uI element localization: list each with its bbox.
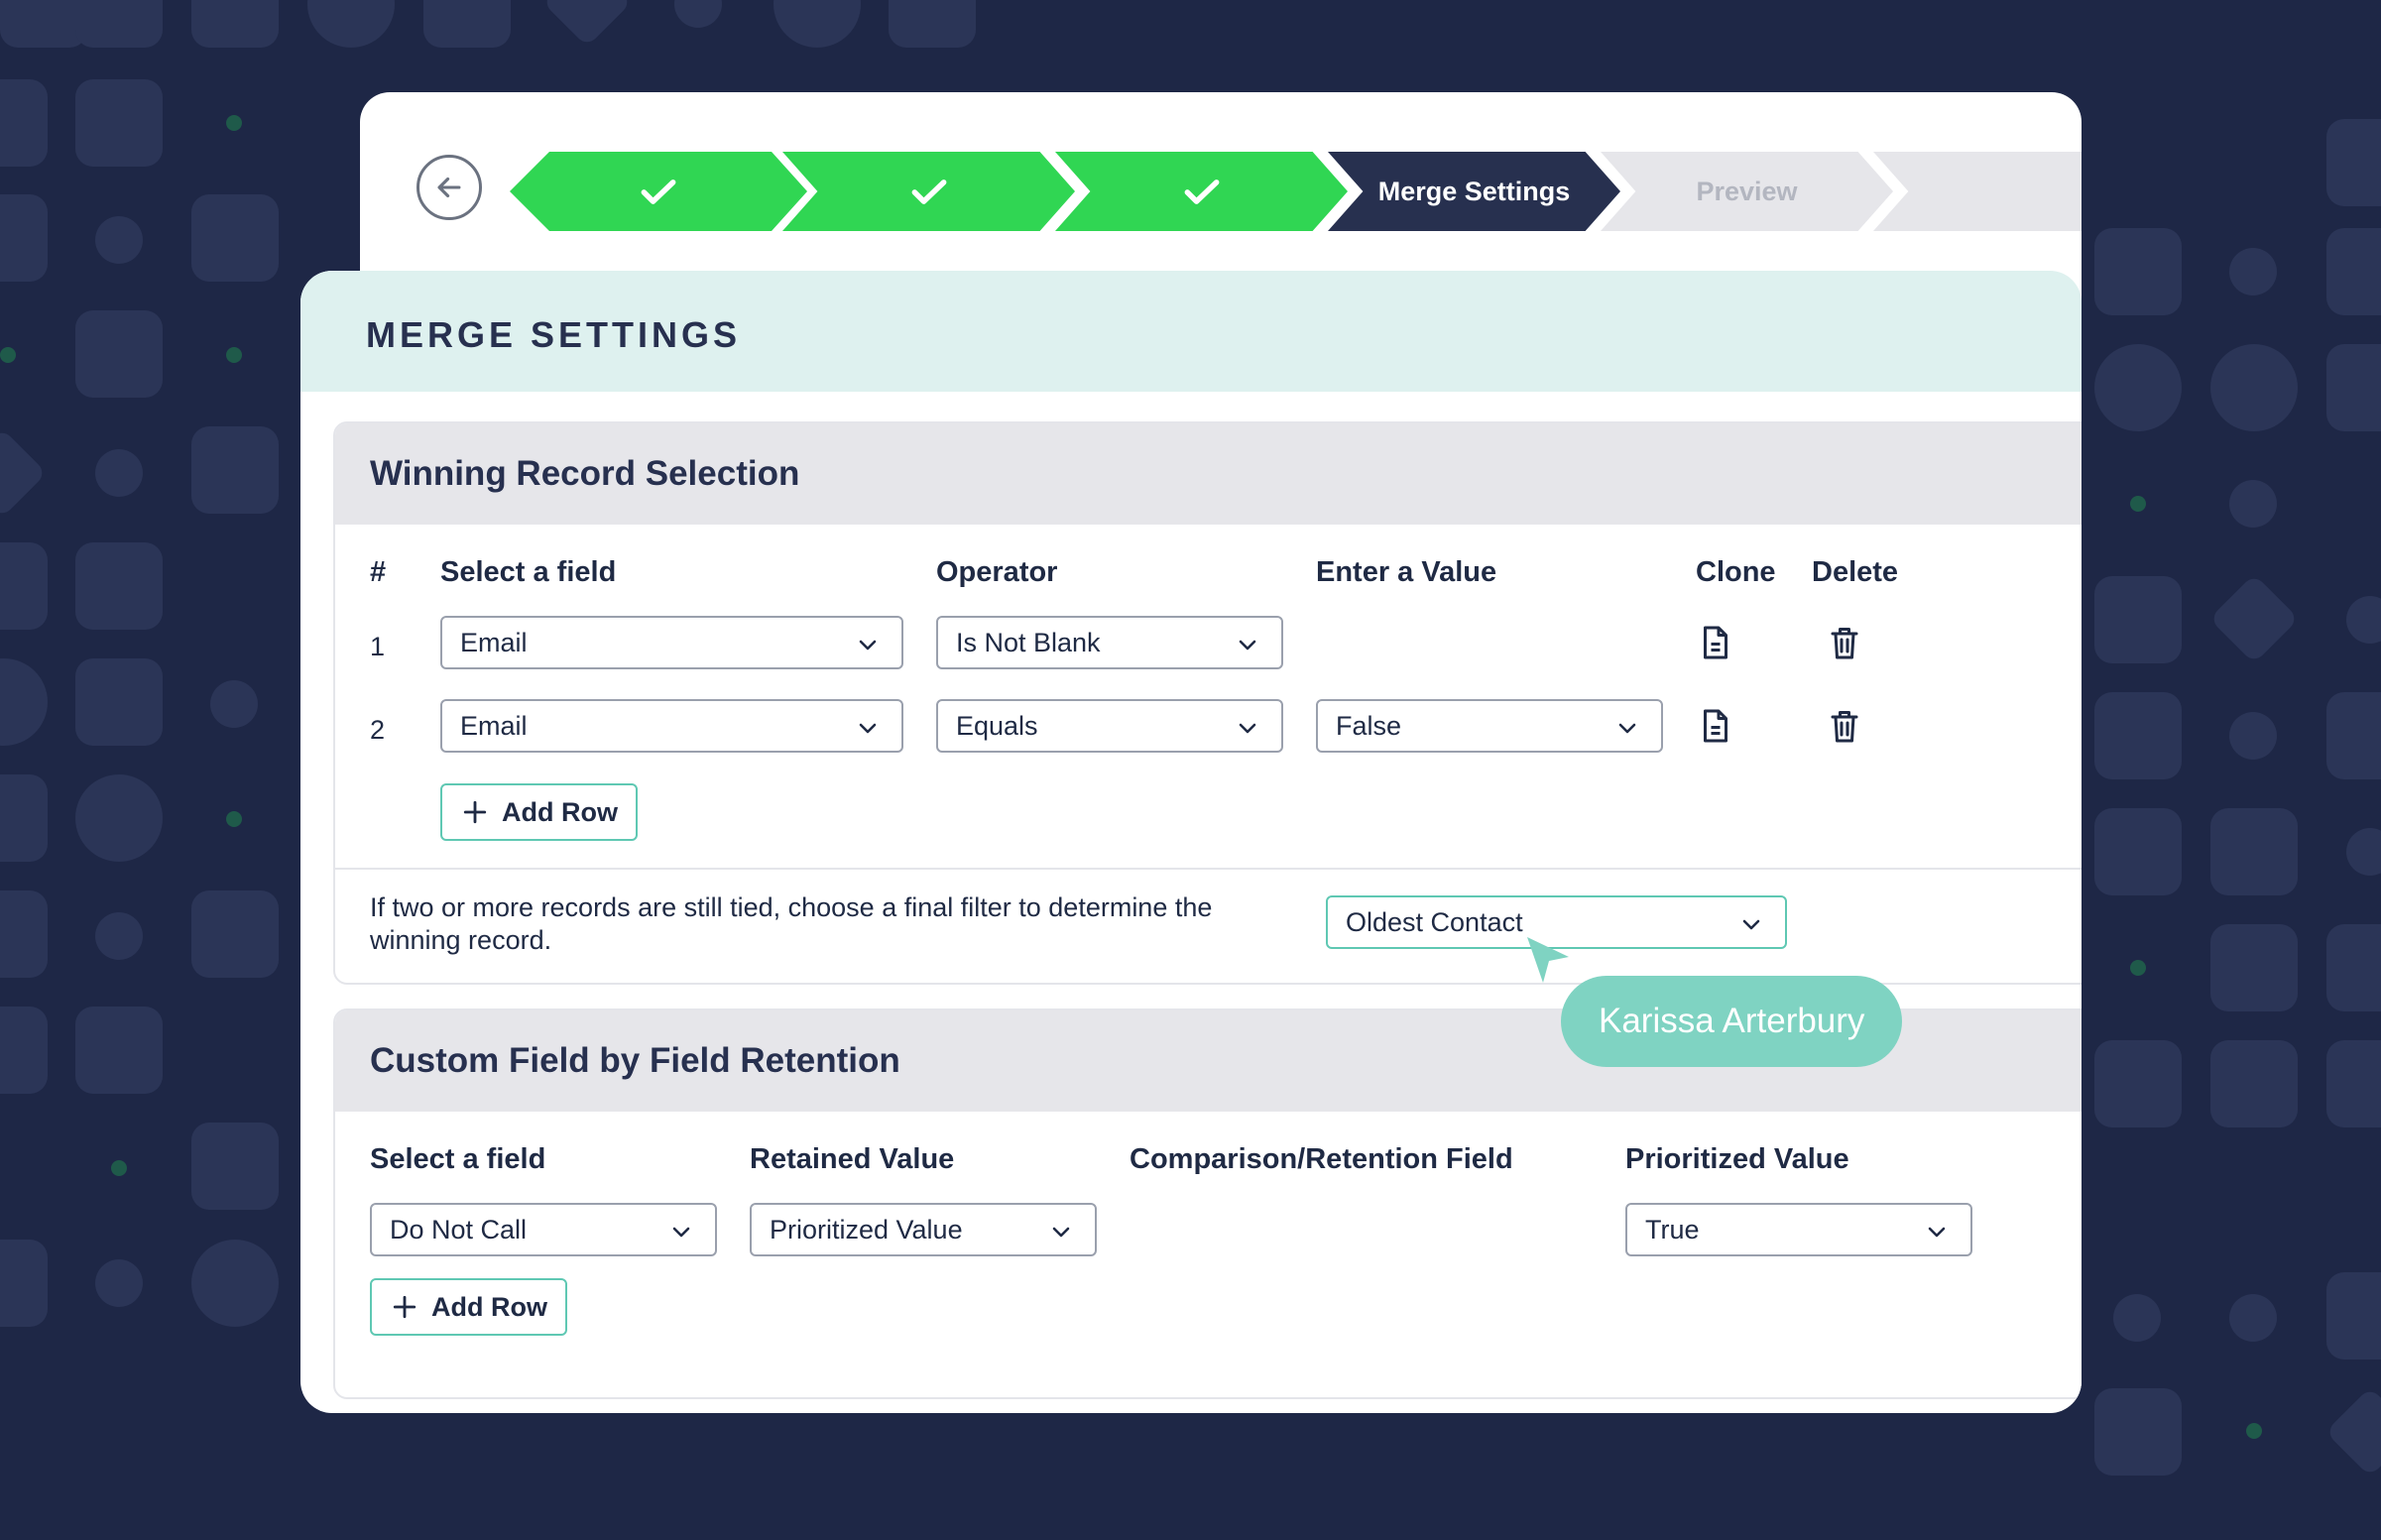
winning-record-section: Winning Record Selection # Select a fiel… [333, 421, 2082, 985]
col-header-delete: Delete [1812, 556, 1899, 588]
cursor-pointer-icon [1527, 937, 1569, 983]
step-1[interactable] [510, 152, 807, 231]
select-value: Email [460, 627, 528, 657]
select-value: True [1645, 1214, 1700, 1244]
trash-icon [1831, 628, 1858, 659]
card-header: MERGE SETTINGS [300, 271, 2082, 392]
divider [335, 868, 2082, 870]
chevron-down-icon [1052, 1227, 1070, 1238]
chevron-down-icon [672, 1227, 690, 1238]
merge-settings-card: MERGE SETTINGS Winning Record Selection … [300, 271, 2082, 1413]
col-header-comparison: Comparison/Retention Field [1130, 1143, 1513, 1175]
chevron-down-icon [1239, 723, 1256, 734]
clone-document-icon [1704, 709, 1727, 743]
step-preview[interactable]: Preview [1601, 152, 1893, 231]
col-header-value: Enter a Value [1316, 556, 1497, 588]
delete-button[interactable] [1827, 623, 1862, 662]
collaborator-name-tag: Karissa Arterbury [1561, 976, 1903, 1067]
delete-button[interactable] [1827, 706, 1862, 746]
trash-icon [1831, 711, 1858, 743]
col-header-operator: Operator [936, 556, 1058, 588]
custom-field-retention-section: Custom Field by Field Retention Select a… [333, 1008, 2082, 1399]
chevron-down-icon [859, 723, 877, 734]
clone-document-icon [1704, 626, 1727, 659]
chevron-down-icon [1928, 1227, 1946, 1238]
col-header-num: # [370, 556, 387, 588]
step-label: Merge Settings [1377, 176, 1571, 206]
select-value: Equals [956, 710, 1038, 741]
retained-value-select[interactable]: Prioritized Value [750, 1203, 1097, 1256]
plus-icon [393, 1295, 417, 1319]
select-value: Oldest Contact [1346, 906, 1523, 937]
add-row-label: Add Row [431, 1291, 547, 1322]
value-select[interactable]: False [1316, 699, 1663, 753]
field-select[interactable]: Email [440, 699, 903, 753]
col-header-field: Select a field [370, 1143, 546, 1175]
field-select[interactable]: Email [440, 616, 903, 669]
wizard-stepper: Merge Settings Preview [510, 152, 2082, 231]
col-header-field: Select a field [440, 556, 617, 588]
plus-icon [463, 800, 487, 824]
select-value: Prioritized Value [770, 1214, 963, 1244]
select-value: Is Not Blank [956, 627, 1101, 657]
back-button[interactable] [417, 155, 482, 220]
select-value: False [1336, 710, 1402, 741]
row-number: 1 [370, 632, 386, 661]
operator-select[interactable]: Is Not Blank [936, 616, 1283, 669]
chevron-down-icon [1239, 640, 1256, 651]
check-icon [1184, 179, 1219, 204]
chevron-down-icon [1742, 919, 1760, 930]
add-row-button[interactable]: Add Row [440, 783, 638, 841]
add-row-button[interactable]: Add Row [370, 1278, 567, 1336]
clone-button[interactable] [1698, 706, 1733, 746]
operator-select[interactable]: Equals [936, 699, 1283, 753]
check-icon [641, 179, 676, 204]
select-value: Email [460, 710, 528, 741]
col-header-clone: Clone [1696, 556, 1776, 588]
select-value: Do Not Call [390, 1214, 528, 1244]
step-merge-settings[interactable]: Merge Settings [1328, 152, 1620, 231]
clone-button[interactable] [1698, 623, 1733, 662]
section-title: Winning Record Selection [335, 423, 2082, 525]
step-2[interactable] [782, 152, 1075, 231]
add-row-label: Add Row [502, 796, 618, 827]
chevron-down-icon [1618, 723, 1636, 734]
check-icon [911, 179, 946, 204]
step-label: Preview [1696, 176, 1798, 206]
chevron-down-icon [859, 640, 877, 651]
prioritized-value-select[interactable]: True [1625, 1203, 1972, 1256]
col-header-retained: Retained Value [750, 1143, 955, 1175]
row-number: 2 [370, 715, 386, 745]
field-select[interactable]: Do Not Call [370, 1203, 717, 1256]
arrow-left-icon [437, 177, 461, 198]
col-header-prioritized: Prioritized Value [1625, 1143, 1849, 1175]
page-title: MERGE SETTINGS [366, 314, 742, 355]
step-6[interactable] [1873, 152, 2082, 231]
step-3[interactable] [1055, 152, 1348, 231]
tie-breaker-text: If two or more records are still tied, c… [370, 892, 1213, 955]
